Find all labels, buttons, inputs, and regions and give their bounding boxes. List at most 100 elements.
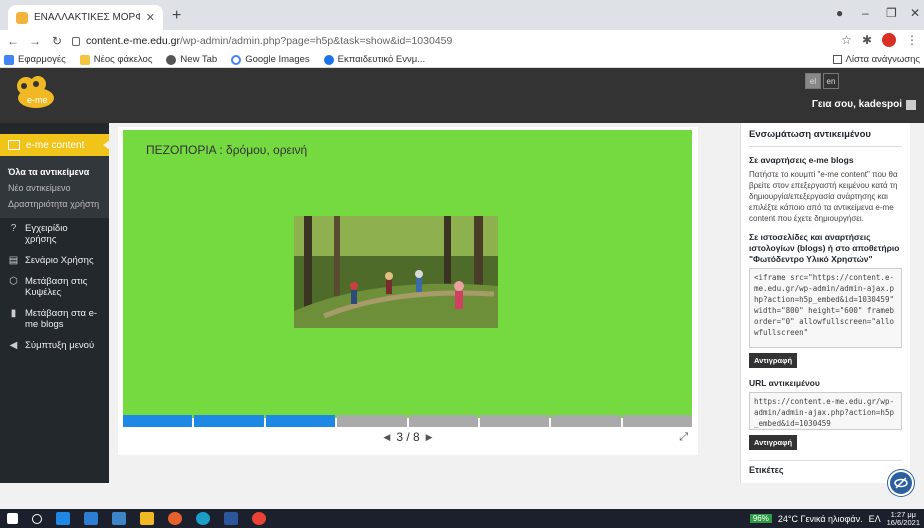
reading-list-label: Λίστα ανάγνωσης [845, 54, 920, 65]
slide-progress-bar[interactable] [123, 415, 692, 427]
submenu-all-items[interactable]: Όλα τα αντικείμενα [0, 164, 109, 180]
bookmarks-bar: Εφαρμογές Νέος φάκελος New Tab Google Im… [0, 52, 924, 68]
e-me-logo[interactable]: e-me [12, 74, 58, 110]
bookmark-newtab[interactable]: New Tab [166, 54, 217, 65]
blogs-text: Πατήστε το κουμπί "e-me content" που θα … [749, 170, 898, 223]
sidebar-submenu: Όλα τα αντικείμενα Νέο αντικείμενο Δραστ… [0, 156, 109, 218]
browser-tab[interactable]: ΕΝΑΛΛΑΚΤΙΚΕΣ ΜΟΡΦΕΣ ΑΣΚΗΣ ✕ [8, 5, 163, 30]
extensions-icon[interactable]: ✱ [862, 33, 872, 47]
os-taskbar: 96% 24°C Γενικά ηλιοφάν. ΕΛ 1:27 μμ 16/6… [0, 509, 924, 528]
url-field[interactable]: content.e-me.edu.gr/wp-admin/admin.php?p… [72, 35, 452, 47]
embed-panel: Ενσωμάτωση αντικειμένου Σε αναρτήσεις e-… [740, 123, 910, 483]
next-slide-icon[interactable]: ▶ [426, 432, 433, 443]
admin-sidebar: e-me content Όλα τα αντικείμενα Νέο αντι… [0, 123, 110, 483]
browser-tabbar: ΕΝΑΛΛΑΚΤΙΚΕΣ ΜΟΡΦΕΣ ΑΣΚΗΣ ✕ + ● – ❐ ✕ [0, 0, 924, 30]
minimize-button[interactable]: – [862, 6, 869, 20]
calculator-icon[interactable] [112, 512, 126, 525]
sidebar-item-collapse[interactable]: ◀ Σύμπτυξη μενού [0, 335, 109, 356]
svg-text:e-me: e-me [27, 95, 48, 105]
search-icon[interactable] [32, 513, 42, 524]
bookmark-label: Εφαρμογές [18, 54, 66, 65]
keyboard-lang[interactable]: ΕΛ [869, 514, 881, 524]
sidebar-item-scenario[interactable]: ▤ Σενάριο Χρήσης [0, 250, 109, 271]
iframe-code-field[interactable]: <iframe src="https://content.e-me.edu.gr… [749, 268, 902, 348]
copy-iframe-button[interactable]: Αντιγραφή [749, 353, 798, 368]
slide-pager: ◀ 3 / 8 ▶ [118, 430, 698, 444]
url-heading: URL αντικειμένου [749, 378, 820, 388]
apps-icon [4, 54, 14, 65]
star-icon[interactable]: ☆ [841, 33, 852, 47]
sidebar-item-blogs[interactable]: ▮ Μετάβαση στα e-me blogs [0, 303, 109, 335]
greeting-text: Γεια σου, kadespoi [811, 99, 902, 110]
hexagon-icon: ⬡ [9, 276, 18, 287]
submenu-user-activity[interactable]: Δραστηριότητα χρήστη [0, 196, 109, 212]
blogs-heading: Σε αναρτήσεις e-me blogs [749, 155, 854, 165]
sidebar-item-label: Εγχειρίδιο χρήσης [25, 223, 68, 245]
forward-icon[interactable]: → [26, 34, 44, 48]
system-clock[interactable]: 1:27 μμ 16/6/2021 [887, 510, 920, 527]
battery-badge[interactable]: 96% [749, 514, 772, 523]
firefox-icon[interactable] [168, 512, 182, 525]
user-greeting[interactable]: Γεια σου, kadespoi [812, 99, 916, 110]
lock-icon [72, 36, 80, 46]
sidebar-item-e-me-content[interactable]: e-me content [0, 134, 110, 156]
tab-title: ΕΝΑΛΛΑΚΤΙΚΕΣ ΜΟΡΦΕΣ ΑΣΚΗΣ [34, 12, 140, 23]
bookmark-label: New Tab [180, 54, 218, 65]
accessibility-button[interactable] [888, 470, 914, 496]
progress-segment[interactable] [265, 415, 336, 427]
presentation-slide: ΠΕΖΟΠΟΡΙΑ : δρόμου, ορεινή [123, 130, 692, 418]
embed-panel-title: Ενσωμάτωση αντικειμένου [749, 129, 902, 147]
bookmark-edu[interactable]: Εκπαιδευτικό Εννμ... [323, 54, 425, 65]
url-host: content.e-me.edu.gr [86, 35, 180, 47]
close-tab-icon[interactable]: ✕ [146, 11, 155, 24]
profile-icon[interactable]: ● [836, 6, 843, 20]
lang-el-button[interactable]: el [805, 73, 821, 89]
progress-segment[interactable] [123, 415, 193, 427]
sidebar-head-label: e-me content [26, 139, 85, 151]
reload-icon[interactable]: ↻ [48, 34, 66, 48]
edge-icon[interactable] [196, 512, 210, 525]
sidebar-item-manual[interactable]: ? Εγχειρίδιο χρήσης [0, 218, 109, 250]
document-icon: ▤ [8, 255, 19, 266]
progress-segment[interactable] [337, 415, 407, 427]
word-icon[interactable] [224, 512, 238, 525]
copy-url-button[interactable]: Αντιγραφή [749, 435, 798, 450]
bookmark-google-images[interactable]: Google Images [231, 54, 310, 65]
windows-start-icon[interactable] [7, 513, 18, 524]
chrome-icon[interactable] [252, 512, 266, 525]
reading-list-icon [832, 55, 842, 64]
sidebar-item-label: Μετάβαση στις Κυψέλες [25, 276, 88, 298]
back-icon[interactable]: ← [4, 34, 22, 48]
bookmark-label: Νέος φάκελος [93, 54, 153, 65]
sidebar-item-hives[interactable]: ⬡ Μετάβαση στις Κυψέλες [0, 271, 109, 303]
address-bar: ← → ↻ content.e-me.edu.gr/wp-admin/admin… [0, 30, 924, 52]
app-icon-1[interactable] [56, 512, 70, 525]
url-path: /wp-admin/admin.php?page=h5p&task=show&i… [179, 35, 453, 47]
progress-segment[interactable] [194, 415, 264, 427]
lang-en-button[interactable]: en [823, 73, 839, 89]
edu-icon [323, 54, 334, 65]
hiking-photo [294, 216, 498, 328]
maximize-button[interactable]: ❐ [886, 6, 897, 20]
content-icon [8, 140, 20, 150]
bookmark-folder[interactable]: Νέος φάκελος [79, 54, 153, 65]
fullscreen-icon[interactable]: ⤢ [679, 431, 688, 444]
progress-segment[interactable] [408, 415, 478, 427]
url-field-box[interactable]: https://content.e-me.edu.gr/wp-admin/adm… [749, 392, 902, 430]
explorer-icon[interactable] [140, 512, 154, 525]
new-tab-button[interactable]: + [172, 7, 181, 25]
extension-red-icon[interactable] [882, 33, 896, 47]
progress-segment[interactable] [479, 415, 550, 427]
close-window-button[interactable]: ✕ [910, 6, 920, 20]
menu-kebab-icon[interactable]: ⋮ [906, 33, 918, 47]
bookmark-label: Google Images [245, 54, 310, 65]
store-icon[interactable] [84, 512, 98, 525]
prev-slide-icon[interactable]: ◀ [383, 432, 390, 443]
submenu-new-item[interactable]: Νέο αντικείμενο [0, 180, 109, 196]
weather-text[interactable]: 24°C Γενικά ηλιοφάν. [778, 514, 863, 524]
admin-bar: e-me el en Γεια σου, kadespoi [0, 68, 924, 123]
reading-list[interactable]: Λίστα ανάγνωσης [832, 54, 920, 65]
progress-segment[interactable] [622, 415, 692, 427]
progress-segment[interactable] [551, 415, 621, 427]
bookmark-apps[interactable]: Εφαρμογές [4, 54, 66, 65]
